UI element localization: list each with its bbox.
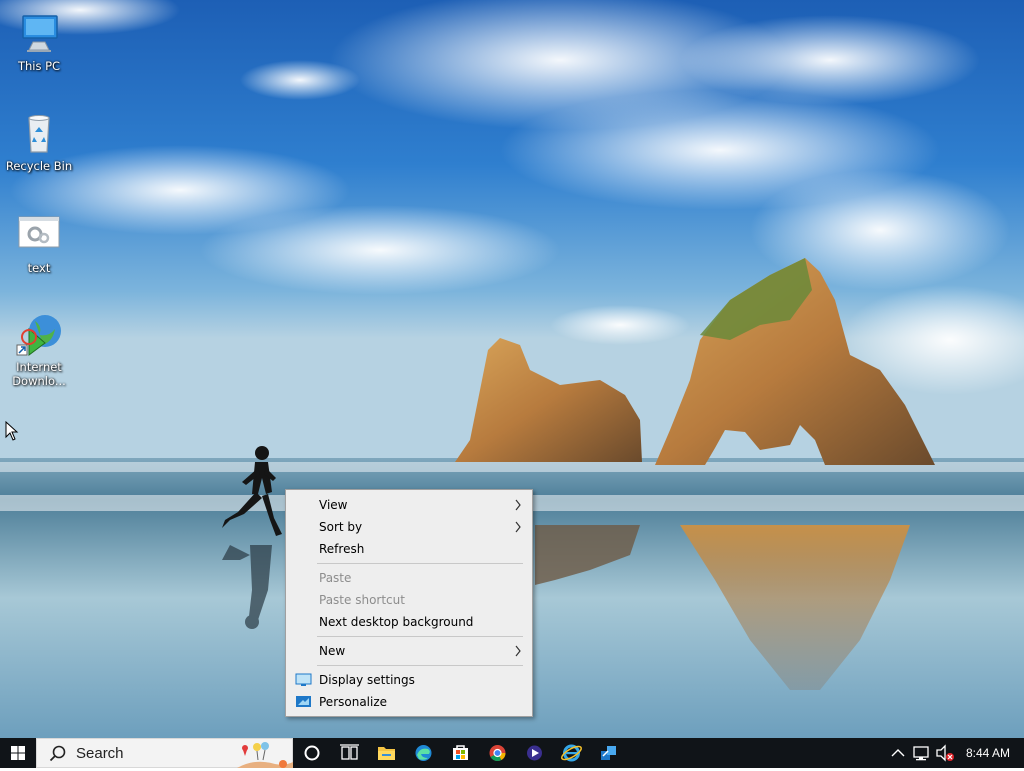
taskbar-app-internet-explorer[interactable]: [553, 738, 590, 768]
desktop-context-menu: View Sort by Refresh Paste Paste shortcu…: [285, 489, 533, 717]
chevron-right-icon: [515, 499, 521, 511]
menu-separator: [317, 665, 523, 666]
clock-time[interactable]: 8:44 AM: [966, 738, 1010, 768]
menu-item-sort-by[interactable]: Sort by: [286, 516, 532, 538]
desktop-icon-recycle-bin[interactable]: Recycle Bin: [2, 110, 76, 173]
quick-assist-icon: [601, 746, 616, 760]
start-button[interactable]: [0, 738, 36, 768]
display-settings-icon: [295, 673, 312, 686]
taskbar-app-file-explorer[interactable]: [368, 738, 405, 768]
menu-item-personalize[interactable]: Personalize: [286, 691, 532, 713]
file-explorer-icon: [378, 747, 395, 760]
taskbar-app-media-player[interactable]: [516, 738, 553, 768]
chevron-right-icon: [515, 645, 521, 657]
volume-muted-icon[interactable]: [934, 738, 956, 768]
cortana-button[interactable]: [294, 738, 331, 768]
menu-item-new[interactable]: New: [286, 640, 532, 662]
show-hidden-icons-chevron[interactable]: [888, 738, 908, 768]
taskbar-search-box[interactable]: Search: [36, 738, 293, 768]
this-pc-icon: [15, 10, 63, 58]
desktop-icon-internet-download-manager[interactable]: Internet Downlo...: [2, 311, 76, 388]
menu-item-label: Paste: [319, 571, 352, 585]
desktop-icon-label: text: [27, 261, 51, 275]
internet-download-manager-icon: [15, 311, 63, 359]
menu-item-label: Paste shortcut: [319, 593, 405, 607]
menu-item-view[interactable]: View: [286, 494, 532, 516]
desktop-icon-label: Internet Downlo...: [12, 360, 66, 388]
search-highlight-icon: [237, 742, 293, 768]
menu-item-next-desktop-background[interactable]: Next desktop background: [286, 611, 532, 633]
menu-item-label: Refresh: [319, 542, 365, 556]
desktop-icon-text[interactable]: text: [2, 212, 76, 275]
desktop-icon-label: Recycle Bin: [5, 159, 73, 173]
store-icon: [453, 745, 468, 760]
mouse-cursor-icon: [5, 421, 19, 441]
recycle-bin-icon: [15, 110, 63, 158]
chrome-icon: [489, 745, 506, 762]
menu-item-label: Personalize: [319, 695, 388, 709]
menu-item-label: Next desktop background: [319, 615, 474, 629]
network-icon[interactable]: [910, 738, 932, 768]
task-view-icon: [340, 744, 359, 760]
internet-explorer-icon: [561, 744, 582, 762]
edge-icon: [415, 745, 432, 761]
media-player-icon: [527, 745, 542, 761]
search-icon: [49, 745, 66, 762]
cortana-icon: [304, 745, 320, 761]
search-placeholder: Search: [76, 745, 124, 762]
taskbar-app-store[interactable]: [442, 738, 479, 768]
text-file-icon: [15, 212, 63, 260]
menu-item-display-settings[interactable]: Display settings: [286, 669, 532, 691]
taskbar: Search 8:44 AM: [0, 738, 1024, 768]
desktop-icon-this-pc[interactable]: This PC: [2, 10, 76, 73]
menu-separator: [317, 636, 523, 637]
desktop-icon-label: This PC: [17, 59, 61, 73]
menu-item-paste-shortcut: Paste shortcut: [286, 589, 532, 611]
menu-separator: [317, 563, 523, 564]
taskbar-app-quick-assist[interactable]: [590, 738, 627, 768]
menu-item-label: Sort by: [319, 520, 363, 534]
menu-item-refresh[interactable]: Refresh: [286, 538, 532, 560]
menu-item-label: View: [319, 498, 348, 512]
taskbar-app-chrome[interactable]: [479, 738, 516, 768]
menu-item-label: Display settings: [319, 673, 415, 687]
taskbar-app-edge[interactable]: [405, 738, 442, 768]
task-view-button[interactable]: [331, 738, 368, 768]
personalize-icon: [296, 696, 311, 707]
menu-item-label: New: [319, 644, 346, 658]
menu-item-paste: Paste: [286, 567, 532, 589]
windows-logo-icon: [11, 746, 25, 760]
chevron-right-icon: [515, 521, 521, 533]
